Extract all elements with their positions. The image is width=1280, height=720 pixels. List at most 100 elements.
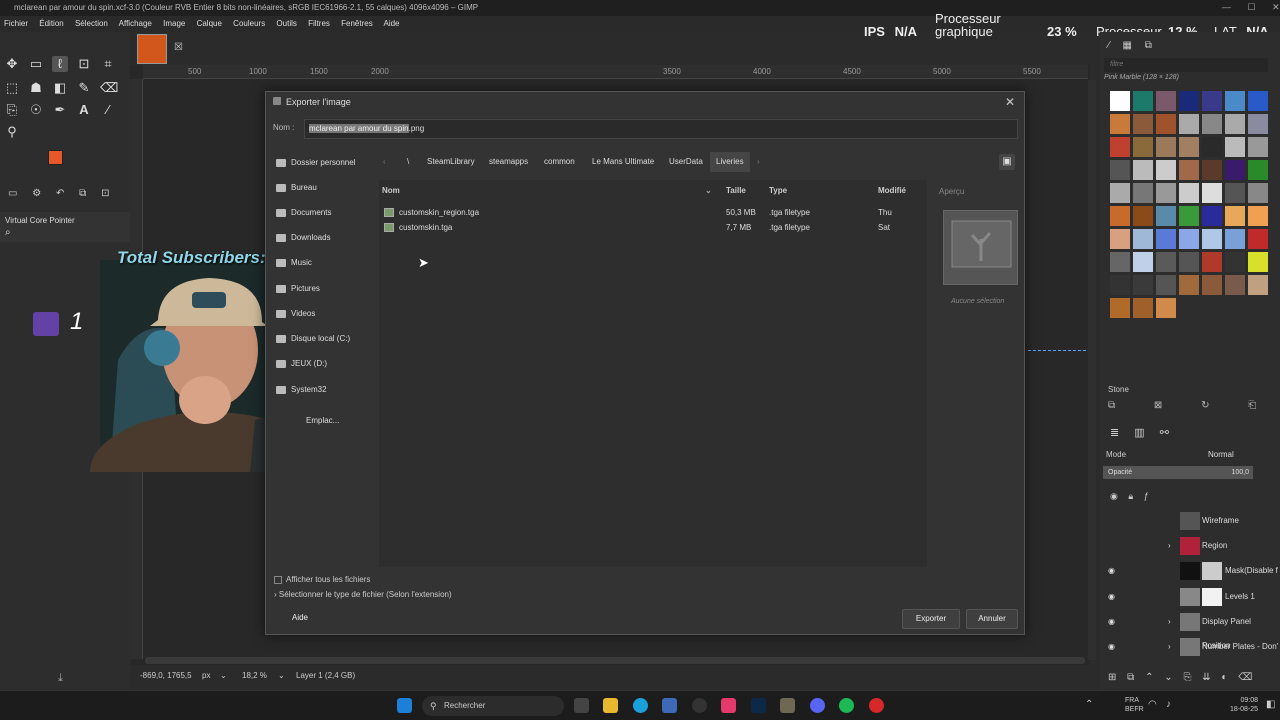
create-folder-icon[interactable]: ▣	[999, 154, 1015, 170]
column-modified[interactable]: Modifié	[878, 186, 906, 195]
pattern-swatch[interactable]	[1179, 137, 1199, 157]
pattern-swatch[interactable]	[1110, 114, 1130, 134]
vertical-scrollbar[interactable]	[1088, 80, 1096, 660]
pattern-swatch[interactable]	[1110, 160, 1130, 180]
eraser-icon[interactable]: ⌫	[100, 80, 118, 96]
search-box[interactable]: Rechercher	[422, 696, 564, 716]
pattern-swatch[interactable]	[1248, 252, 1268, 272]
horizontal-scrollbar[interactable]	[145, 657, 1085, 664]
pattern-swatch[interactable]	[1248, 91, 1268, 111]
pattern-swatch[interactable]	[1133, 206, 1153, 226]
app-icon[interactable]	[869, 698, 884, 713]
pattern-swatch[interactable]	[1156, 137, 1176, 157]
pattern-swatch[interactable]	[1156, 275, 1176, 295]
new-group-icon[interactable]: ⧉	[1127, 672, 1134, 683]
mode-select[interactable]: Normal	[1208, 450, 1234, 459]
edit-pattern-icon[interactable]: ⧉	[1108, 400, 1115, 411]
paintbrush-icon[interactable]: ✎	[76, 80, 92, 96]
path-icon[interactable]: ✒	[52, 102, 68, 118]
expand-icon[interactable]: ›	[1168, 534, 1171, 558]
pattern-swatch[interactable]	[1248, 137, 1268, 157]
place-music[interactable]: Music	[276, 258, 312, 267]
pattern-swatch[interactable]	[1133, 160, 1153, 180]
path-liveries[interactable]: Liveries	[710, 152, 750, 172]
place-disk-d[interactable]: JEUX (D:)	[276, 359, 327, 368]
unit-select[interactable]: px	[202, 668, 210, 684]
layer-row[interactable]: › Region	[1100, 534, 1280, 558]
paths-tab-icon[interactable]: ⚯	[1160, 427, 1169, 439]
fonts-tab-icon[interactable]: ⧉	[1145, 40, 1152, 51]
pattern-swatch[interactable]	[1156, 206, 1176, 226]
file-list[interactable]: Nom ⌄ Taille Type Modifié customskin_reg…	[379, 180, 927, 567]
device-status-tab-icon[interactable]: ▭	[8, 188, 17, 199]
pattern-swatch[interactable]	[1179, 91, 1199, 111]
pattern-swatch[interactable]	[1225, 275, 1245, 295]
path-back-icon[interactable]: ‹	[383, 152, 386, 172]
pattern-swatch[interactable]	[1110, 252, 1130, 272]
delete-pattern-icon[interactable]: ⊠	[1154, 400, 1162, 411]
undo-history-tab-icon[interactable]: ↶	[56, 188, 64, 199]
fill-icon[interactable]: ◧	[52, 80, 68, 96]
pattern-swatch[interactable]	[1110, 183, 1130, 203]
layers-tab-icon[interactable]: ≣	[1110, 427, 1119, 439]
file-row[interactable]: customskin.tga 7,7 MB .tga filetype Sat	[379, 220, 927, 235]
tab-menu-icon[interactable]: ⊡	[101, 188, 109, 199]
text-tool-icon[interactable]: A	[76, 102, 92, 118]
new-layer-icon[interactable]: ⊞	[1108, 672, 1116, 683]
edge-icon[interactable]	[633, 698, 648, 713]
pattern-swatch[interactable]	[1133, 114, 1153, 134]
pattern-swatch[interactable]	[1248, 206, 1268, 226]
pattern-swatch[interactable]	[1110, 229, 1130, 249]
maximize-icon[interactable]: ☐	[1248, 2, 1256, 12]
channels-tab-icon[interactable]: ▥	[1134, 427, 1144, 439]
file-type-expander[interactable]: › Sélectionner le type de fichier (Selon…	[274, 590, 452, 599]
pattern-swatch[interactable]	[1225, 206, 1245, 226]
windows-start-icon[interactable]	[397, 698, 412, 713]
place-pictures[interactable]: Pictures	[276, 284, 320, 293]
zoom-select[interactable]: 18,2 %	[242, 668, 267, 684]
file-explorer-icon[interactable]	[603, 698, 618, 713]
volume-icon[interactable]: ♪	[1166, 699, 1171, 710]
pattern-swatch[interactable]	[1156, 114, 1176, 134]
images-tab-icon[interactable]: ⧉	[79, 188, 86, 199]
visibility-icon[interactable]: ◉	[1110, 491, 1118, 501]
file-row[interactable]: customskin_region.tga 50,3 MB .tga filet…	[379, 205, 927, 220]
eye-icon[interactable]: ◉	[1108, 610, 1115, 634]
merge-layer-icon[interactable]: ⇊	[1202, 672, 1210, 683]
pattern-swatch[interactable]	[1202, 275, 1222, 295]
pattern-swatch[interactable]	[1248, 114, 1268, 134]
close-image-tab-icon[interactable]: ☒	[174, 42, 183, 53]
task-view-icon[interactable]	[574, 698, 589, 713]
chevron-down-icon[interactable]: ⌄	[220, 668, 227, 684]
move-tool-icon[interactable]: ✥	[4, 56, 20, 72]
lock-icon[interactable]: 🔒︎	[1128, 491, 1133, 501]
filter-input[interactable]: filtre	[1104, 58, 1268, 72]
pattern-swatch[interactable]	[1133, 275, 1153, 295]
eye-icon[interactable]: ◉	[1108, 635, 1115, 659]
pattern-swatch[interactable]	[1248, 160, 1268, 180]
pattern-swatch[interactable]	[1202, 183, 1222, 203]
pattern-swatch[interactable]	[1179, 114, 1199, 134]
store-icon[interactable]	[662, 698, 677, 713]
fx-icon[interactable]: ƒ	[1144, 491, 1149, 501]
eye-icon[interactable]: ◉	[1108, 559, 1115, 583]
rect-select-icon[interactable]: ▭	[28, 56, 44, 72]
column-name[interactable]: Nom	[382, 186, 400, 195]
pattern-swatch[interactable]	[1110, 275, 1130, 295]
menu-selection[interactable]: Sélection	[75, 19, 108, 28]
layer-row[interactable]: ◉ Mask(Disable f	[1100, 559, 1280, 583]
pattern-swatch[interactable]	[1110, 137, 1130, 157]
patterns-grid[interactable]	[1104, 87, 1276, 318]
pattern-swatch[interactable]	[1225, 91, 1245, 111]
path-userdata[interactable]: UserData	[669, 152, 703, 172]
path-root[interactable]: \	[407, 152, 409, 172]
layer-row[interactable]: ◉ Levels 1	[1100, 585, 1280, 609]
smudge-icon[interactable]: ☉	[28, 102, 44, 118]
pattern-swatch[interactable]	[1110, 298, 1130, 318]
notifications-icon[interactable]: ◧	[1266, 699, 1275, 710]
obs-icon[interactable]	[692, 698, 707, 713]
transform-icon[interactable]: ⬚	[4, 80, 20, 96]
place-desktop[interactable]: Bureau	[276, 183, 317, 192]
place-videos[interactable]: Videos	[276, 309, 315, 318]
pattern-swatch[interactable]	[1156, 229, 1176, 249]
